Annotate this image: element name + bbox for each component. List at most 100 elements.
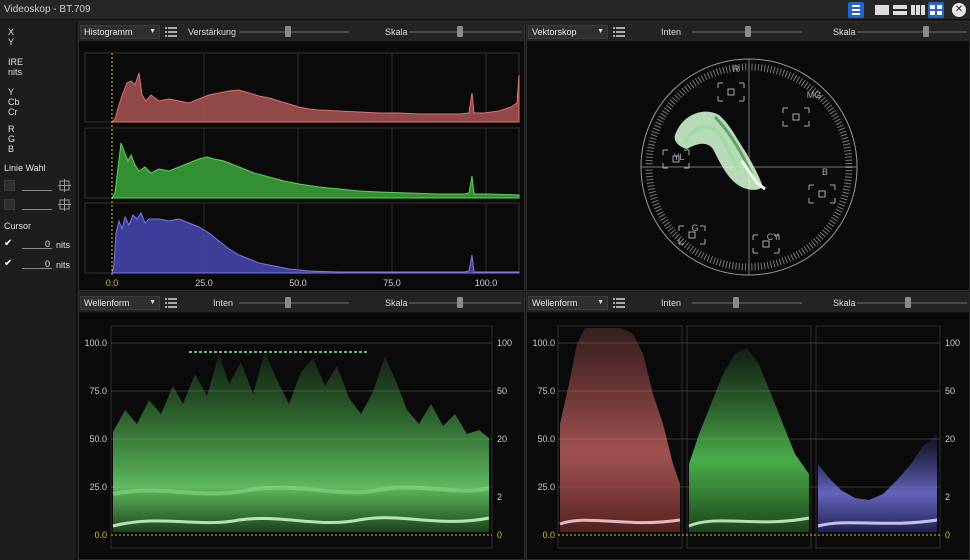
- cursor-unit-1: nits: [56, 240, 71, 250]
- parade-right-tick: 100: [945, 338, 960, 348]
- layout-single-button[interactable]: [874, 2, 890, 18]
- line-select-checkbox-1[interactable]: [4, 180, 15, 191]
- parade-right-tick: 2: [945, 492, 950, 502]
- layout-rows-button[interactable]: [892, 2, 908, 18]
- scale-slider-thumb[interactable]: [457, 297, 463, 308]
- crosshair-icon[interactable]: [58, 179, 71, 192]
- gain-slider-thumb[interactable]: [285, 26, 291, 37]
- intensity-slider-thumb[interactable]: [733, 297, 739, 308]
- scale-slider-track[interactable]: [409, 31, 521, 33]
- scale-slider-label: Skala: [833, 27, 856, 37]
- crosshair-icon[interactable]: [58, 198, 71, 211]
- close-icon: ✕: [954, 4, 964, 15]
- parade-left-tick: 0.0: [542, 530, 555, 540]
- waveform-rgb-panel: Wellenform ▼ Inten Skala 100.0 75.0 50.0…: [526, 292, 970, 560]
- cursor-checkbox-2[interactable]: ✔: [4, 258, 15, 269]
- waveform-right-tick: 100: [497, 338, 512, 348]
- scale-slider-track[interactable]: [857, 302, 967, 304]
- waveform-rgb-mode-dropdown[interactable]: Wellenform ▼: [528, 296, 608, 310]
- vectorscope-panel: Vektorskop ▼ Inten Skala R MG B CY G YL: [526, 21, 970, 291]
- waveform-left-tick: 0.0: [94, 530, 107, 540]
- line-select-heading: Linie Wahl: [4, 163, 46, 173]
- settings-list-icon[interactable]: [612, 25, 626, 39]
- waveform-left-tick: 25.0: [89, 482, 107, 492]
- target-label: B: [822, 167, 828, 177]
- waveform-rgb-toolbar: Wellenform ▼ Inten Skala: [527, 293, 969, 313]
- settings-list-icon[interactable]: [612, 296, 626, 310]
- histogram-scope: 0.0 25.0 50.0 75.0 100.0: [79, 43, 524, 290]
- histogram-mode-label: Histogramm: [84, 27, 133, 37]
- waveform-luma-mode-label: Wellenform: [84, 298, 130, 308]
- waveform-luma-scope: 100.0 75.0 50.0 25.0 0.0 100 50 20 2 0: [79, 314, 524, 559]
- close-button[interactable]: ✕: [952, 3, 966, 17]
- line-select-field-1[interactable]: [22, 181, 52, 191]
- waveform-rgb-graph: 100.0 75.0 50.0 25.0 0.0 100 50 20 2 0: [532, 325, 960, 549]
- histogram-panel: Histogramm ▼ Verstärkung Skala 0.0 25.0 …: [78, 21, 525, 291]
- scale-slider-thumb[interactable]: [923, 26, 929, 37]
- intensity-slider-thumb[interactable]: [285, 297, 291, 308]
- parade-left-tick: 50.0: [537, 434, 555, 444]
- label-cb: Cb: [8, 97, 20, 107]
- label-x: X: [8, 27, 15, 37]
- vectorscope-graph: R MG B CY G YL: [640, 58, 858, 276]
- scale-slider-thumb[interactable]: [457, 26, 463, 37]
- histogram-toolbar: Histogramm ▼ Verstärkung Skala: [79, 22, 524, 42]
- scale-slider-label: Skala: [385, 298, 408, 308]
- cursor-checkbox-1[interactable]: ✔: [4, 238, 15, 249]
- scale-slider-label: Skala: [833, 298, 856, 308]
- line-select-checkbox-2[interactable]: [4, 199, 15, 210]
- label-cr: Cr: [8, 107, 18, 117]
- layout-quad-button[interactable]: [928, 2, 944, 18]
- vectorscope-scope: R MG B CY G YL: [527, 43, 969, 290]
- waveform-luma-trace: [113, 352, 489, 532]
- waveform-luma-panel: Wellenform ▼ Inten Skala 100.0 75.0 50.0…: [78, 292, 525, 560]
- gain-slider-track[interactable]: [239, 31, 349, 33]
- histogram-x-tick: 75.0: [383, 278, 401, 288]
- layout-rows-icon: [893, 5, 907, 15]
- intensity-slider-thumb[interactable]: [745, 26, 751, 37]
- settings-list-icon[interactable]: [164, 25, 178, 39]
- parade-red-trace: [560, 328, 680, 532]
- waveform-luma-mode-dropdown[interactable]: Wellenform ▼: [80, 296, 160, 310]
- chevron-down-icon: ▼: [149, 28, 156, 35]
- vectorscope-trace: [674, 111, 766, 191]
- intensity-slider-label: Inten: [661, 27, 682, 37]
- cursor-value-1[interactable]: 0: [22, 239, 52, 249]
- layout-single-icon: [875, 5, 889, 15]
- histogram-x-tick: 50.0: [289, 278, 307, 288]
- histogram-blue-trace: [111, 211, 520, 274]
- parade-right-tick: 20: [945, 434, 955, 444]
- intensity-slider-track[interactable]: [239, 302, 349, 304]
- scale-slider-thumb[interactable]: [905, 297, 911, 308]
- vectorscope-mode-label: Vektorskop: [532, 27, 577, 37]
- target-label: G: [691, 223, 698, 233]
- waveform-rgb-scope: 100.0 75.0 50.0 25.0 0.0 100 50 20 2 0: [527, 314, 969, 559]
- label-b: B: [8, 144, 15, 154]
- list-icon: [852, 5, 860, 15]
- waveform-left-tick: 100.0: [84, 338, 107, 348]
- intensity-slider-track[interactable]: [692, 302, 802, 304]
- layout-columns-button[interactable]: [910, 2, 926, 18]
- parade-right-tick: 0: [945, 530, 950, 540]
- scale-slider-track[interactable]: [409, 302, 521, 304]
- histogram-mode-dropdown[interactable]: Histogramm ▼: [80, 25, 160, 39]
- check-icon: ✔: [4, 238, 13, 249]
- cursor-unit-2: nits: [56, 260, 71, 270]
- settings-list-icon[interactable]: [164, 296, 178, 310]
- vectorscope-mode-dropdown[interactable]: Vektorskop ▼: [528, 25, 608, 39]
- label-g: G: [8, 134, 16, 144]
- waveform-right-tick: 50: [497, 386, 507, 396]
- check-icon: ✔: [4, 258, 13, 269]
- target-label: YL: [673, 152, 684, 162]
- line-select-field-2[interactable]: [22, 200, 52, 210]
- waveform-right-tick: 0: [497, 530, 502, 540]
- parade-right-tick: 50: [945, 386, 955, 396]
- cursor-value-2[interactable]: 0: [22, 259, 52, 269]
- label-ire: IRE: [8, 57, 24, 67]
- scale-slider-track[interactable]: [857, 31, 967, 33]
- title-bar: Videoskop - BT.709 ✕: [0, 0, 970, 20]
- layout-quad-icon: [930, 5, 942, 15]
- list-layout-button[interactable]: [848, 2, 864, 18]
- label-y: Y: [8, 37, 15, 47]
- chevron-down-icon: ▼: [597, 299, 604, 306]
